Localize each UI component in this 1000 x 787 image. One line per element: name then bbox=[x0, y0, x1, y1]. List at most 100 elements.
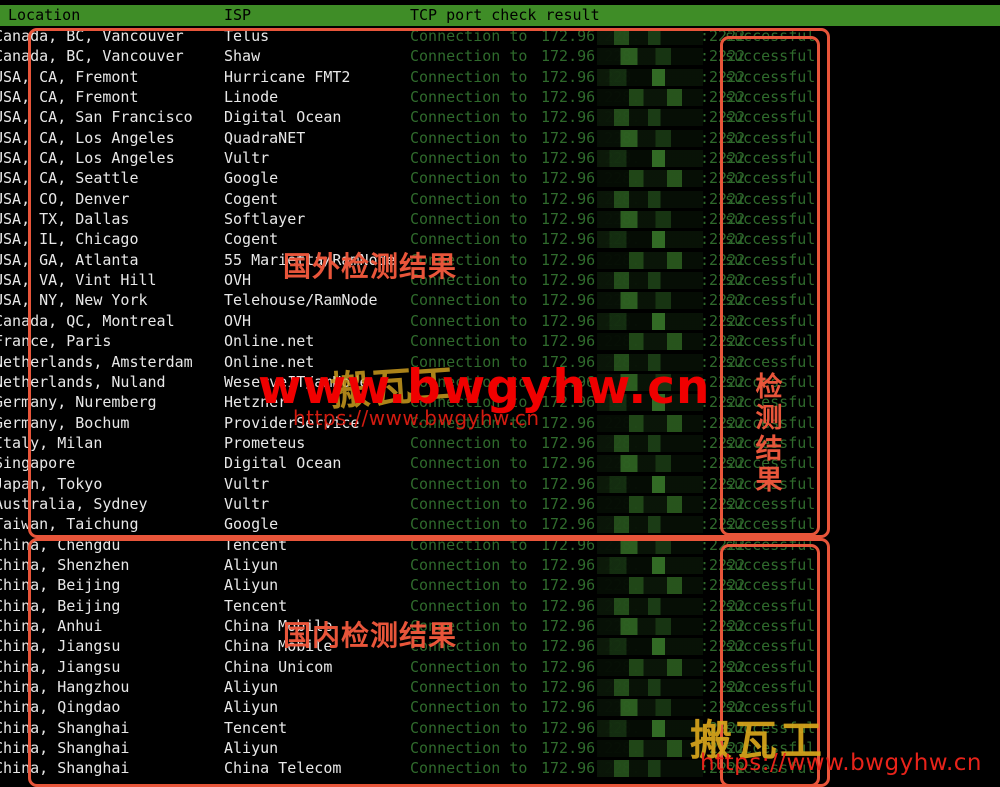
redacted-ip-octet bbox=[597, 719, 703, 737]
cell-isp: China Unicom bbox=[224, 657, 333, 676]
cell-location: Canada, QC, Montreal bbox=[0, 311, 175, 330]
table-row: USA, NY, New York Telehouse/RamNode Connec… bbox=[0, 290, 1000, 310]
cell-connection-prefix: Connection to bbox=[410, 535, 528, 554]
table-header: Location ISP TCP port check result bbox=[0, 5, 1000, 26]
table-row: Japan, Tokyo Vultr Connection to 172.96.228… bbox=[0, 474, 1000, 494]
cell-status: successful bbox=[725, 189, 816, 208]
cell-location: China, Shanghai bbox=[0, 718, 130, 737]
cell-location: USA, CO, Denver bbox=[0, 189, 130, 208]
cell-location: Taiwan, Taichung bbox=[0, 515, 139, 534]
cell-status: successful bbox=[725, 535, 816, 554]
cell-location: Canada, BC, Vancouver bbox=[0, 27, 184, 45]
cell-isp: China Telecom bbox=[224, 759, 342, 778]
cell-isp: OVH bbox=[224, 311, 252, 330]
cell-location: Germany, Nuremberg bbox=[0, 393, 157, 412]
cell-status: successful bbox=[725, 271, 816, 290]
cell-isp: Online.net bbox=[224, 332, 315, 351]
table-row: USA, VA, Vint Hill OVH Connection to 172.96… bbox=[0, 270, 1000, 290]
cell-status: successful bbox=[725, 169, 816, 188]
cell-status: successful bbox=[725, 311, 816, 330]
redacted-ip-octet bbox=[597, 109, 703, 127]
redacted-ip-octet bbox=[597, 760, 703, 778]
table-row: Italy, Milan Prometeus Connection to 172.96… bbox=[0, 433, 1000, 453]
redacted-ip-octet bbox=[597, 394, 703, 412]
cell-location: Italy, Milan bbox=[0, 433, 103, 452]
cell-isp: 55 Marietta/RamNode bbox=[224, 250, 396, 269]
cell-status: successful bbox=[725, 698, 816, 717]
redacted-ip-octet bbox=[597, 333, 703, 351]
table-row: Singapore Digital Ocean Connection to 172.9… bbox=[0, 453, 1000, 473]
cell-status: successful bbox=[725, 433, 816, 452]
cell-connection-prefix: Connection to bbox=[410, 169, 528, 188]
cell-location: France, Paris bbox=[0, 332, 112, 351]
cell-isp: Hurricane FMT2 bbox=[224, 67, 351, 86]
table-row: USA, CA, Fremont Linode Connection to 172.9… bbox=[0, 87, 1000, 107]
cell-isp: Digital Ocean bbox=[224, 108, 342, 127]
redacted-ip-octet bbox=[597, 292, 703, 310]
redacted-ip-octet bbox=[597, 679, 703, 696]
cell-status: successful bbox=[725, 88, 816, 107]
cell-isp: Aliyun bbox=[224, 555, 279, 574]
header-isp: ISP bbox=[224, 6, 252, 24]
cell-status: successful bbox=[725, 149, 816, 168]
redacted-ip-octet bbox=[597, 617, 703, 635]
cell-isp: Hetzner bbox=[224, 393, 288, 412]
redacted-ip-octet bbox=[597, 129, 703, 147]
cell-isp: Google bbox=[224, 515, 279, 534]
cell-location: China, Shanghai bbox=[0, 739, 130, 758]
table-row: China, Anhui China Mobile Connection to 172… bbox=[0, 616, 1000, 636]
cell-location: China, Chengdu bbox=[0, 535, 121, 554]
header-tcp-port-check-result: TCP port check result bbox=[410, 6, 600, 24]
cell-location: China, Shenzhen bbox=[0, 555, 130, 574]
redacted-ip-octet bbox=[597, 577, 703, 595]
cell-location: China, Shanghai bbox=[0, 759, 130, 778]
cell-connection-prefix: Connection to bbox=[410, 474, 528, 493]
cell-status: successful bbox=[725, 637, 816, 656]
redacted-ip-octet bbox=[597, 475, 703, 493]
cell-connection-prefix: Connection to bbox=[410, 494, 528, 513]
cell-location: China, Beijing bbox=[0, 576, 121, 595]
cell-location: China, Hangzhou bbox=[0, 678, 130, 696]
cell-connection-prefix: Connection to bbox=[410, 47, 528, 66]
redacted-ip-octet bbox=[597, 740, 703, 758]
cell-location: Netherlands, Nuland bbox=[0, 372, 166, 391]
table-row: China, Beijing Tencent Connection to 172.96… bbox=[0, 596, 1000, 616]
cell-location: China, Beijing bbox=[0, 596, 121, 615]
cell-connection-prefix: Connection to bbox=[410, 291, 528, 310]
cell-connection-prefix: Connection to bbox=[410, 128, 528, 147]
cell-connection-prefix: Connection to bbox=[410, 108, 528, 127]
cell-isp: Telus bbox=[224, 27, 270, 45]
cell-status: successful bbox=[725, 616, 816, 635]
cell-location: USA, IL, Chicago bbox=[0, 230, 139, 249]
cell-isp: Google bbox=[224, 169, 279, 188]
redacted-ip-octet bbox=[597, 373, 703, 391]
cell-isp: Telehouse/RamNode bbox=[224, 291, 378, 310]
redacted-ip-octet bbox=[597, 556, 703, 574]
redacted-ip-octet bbox=[597, 150, 703, 168]
table-row: China, Shanghai Tencent Connection to 172.9… bbox=[0, 718, 1000, 738]
cell-location: USA, CA, Los Angeles bbox=[0, 149, 175, 168]
cell-isp: China Mobile bbox=[224, 616, 333, 635]
table-row: China, Jiangsu China Mobile Connection to 1… bbox=[0, 636, 1000, 656]
table-row: USA, CO, Denver Cogent Connection to 172.96… bbox=[0, 189, 1000, 209]
table-row: China, Chengdu Tencent Connection to 172.96… bbox=[0, 535, 1000, 555]
redacted-ip-octet bbox=[597, 455, 703, 473]
table-row: Taiwan, Taichung Google Connection to 172.9… bbox=[0, 514, 1000, 534]
redacted-ip-octet bbox=[597, 28, 703, 45]
cell-location: Germany, Bochum bbox=[0, 413, 130, 432]
cell-connection-prefix: Connection to bbox=[410, 352, 528, 371]
cell-status: successful bbox=[725, 47, 816, 66]
redacted-ip-octet bbox=[597, 495, 703, 513]
cell-isp: Aliyun bbox=[224, 739, 279, 758]
redacted-ip-octet bbox=[597, 231, 703, 249]
cell-location: USA, GA, Atlanta bbox=[0, 250, 139, 269]
redacted-ip-octet bbox=[597, 312, 703, 330]
cell-location: Japan, Tokyo bbox=[0, 474, 103, 493]
cell-location: Netherlands, Amsterdam bbox=[0, 352, 193, 371]
header-location: Location bbox=[8, 6, 81, 24]
table-row: USA, TX, Dallas Softlayer Connection to 172… bbox=[0, 209, 1000, 229]
cell-connection-prefix: Connection to bbox=[410, 271, 528, 290]
cell-connection-prefix: Connection to bbox=[410, 739, 528, 758]
cell-status: successful bbox=[725, 718, 816, 737]
cell-connection-prefix: Connection to bbox=[410, 189, 528, 208]
